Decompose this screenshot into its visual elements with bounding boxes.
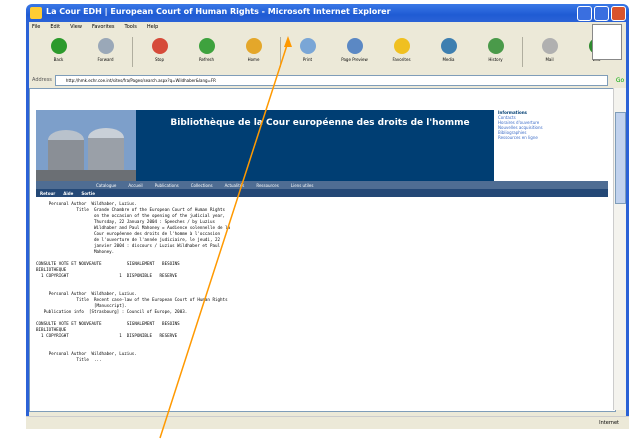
annotation-arrow xyxy=(159,36,292,439)
